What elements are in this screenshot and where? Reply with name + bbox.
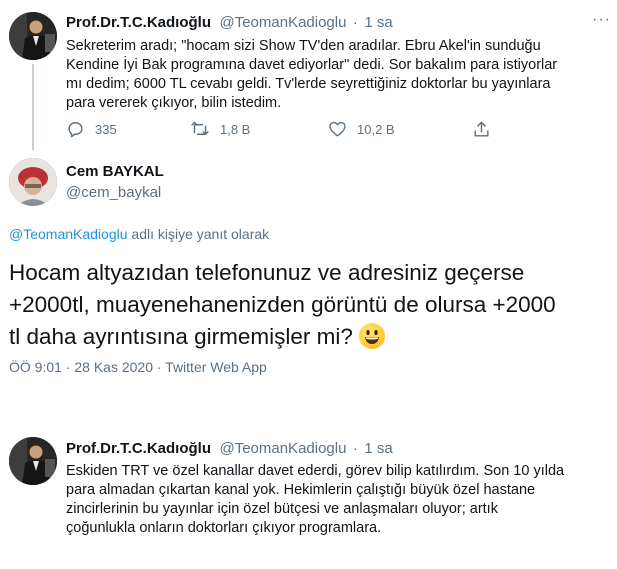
grinning-face-emoji xyxy=(358,323,385,349)
reply-count: 335 xyxy=(95,122,117,137)
like-count: 10,2 B xyxy=(357,122,395,137)
share-button[interactable] xyxy=(472,120,501,139)
avatar-teoman-kadioglu[interactable] xyxy=(9,12,57,60)
tweet-text: Eskiden TRT ve özel kanallar davet ederd… xyxy=(66,463,565,536)
tweet-timestamp[interactable]: ÖÖ 9:01 · 28 Kas 2020 · Twitter Web App xyxy=(9,359,267,375)
author-handle[interactable]: @TeomanKadioglu xyxy=(219,440,346,457)
retweet-button[interactable]: 1,8 B xyxy=(190,120,250,139)
more-icon[interactable]: ··· xyxy=(592,12,610,32)
tweet-time[interactable]: 1 sa xyxy=(364,14,392,31)
avatar-cem-baykal[interactable] xyxy=(9,158,57,206)
retweet-count: 1,8 B xyxy=(220,122,251,137)
author-handle[interactable]: @TeomanKadioglu xyxy=(219,14,346,31)
reply-icon xyxy=(68,122,83,138)
share-icon xyxy=(474,121,489,137)
tweet-time[interactable]: 1 sa xyxy=(364,440,392,457)
separator-dot: · xyxy=(352,14,358,31)
reply-to-label: adlı kişiye yanıt olarak xyxy=(127,226,270,242)
heart-icon xyxy=(329,121,346,137)
avatar-teoman-kadioglu[interactable] xyxy=(9,437,57,485)
author-name[interactable]: Cem BAYKAL xyxy=(66,163,164,180)
reply-button[interactable]: 335 xyxy=(66,120,117,139)
separator-dot: · xyxy=(352,440,358,457)
reply-to-handle[interactable]: @TeomanKadioglu xyxy=(9,226,128,242)
author-name[interactable]: Prof.Dr.T.C.Kadıoğlu xyxy=(66,440,211,457)
tweet-text: Sekreterim aradı; "hocam sizi Show TV'de… xyxy=(66,38,558,111)
tweet-text: Hocam altyazıdan telefonunuz ve adresini… xyxy=(9,260,556,349)
author-handle[interactable]: @cem_baykal xyxy=(66,184,161,201)
retweet-icon xyxy=(191,121,209,135)
thread-line xyxy=(32,64,34,150)
author-name[interactable]: Prof.Dr.T.C.Kadıoğlu xyxy=(66,14,211,31)
like-button[interactable]: 10,2 B xyxy=(328,120,395,139)
